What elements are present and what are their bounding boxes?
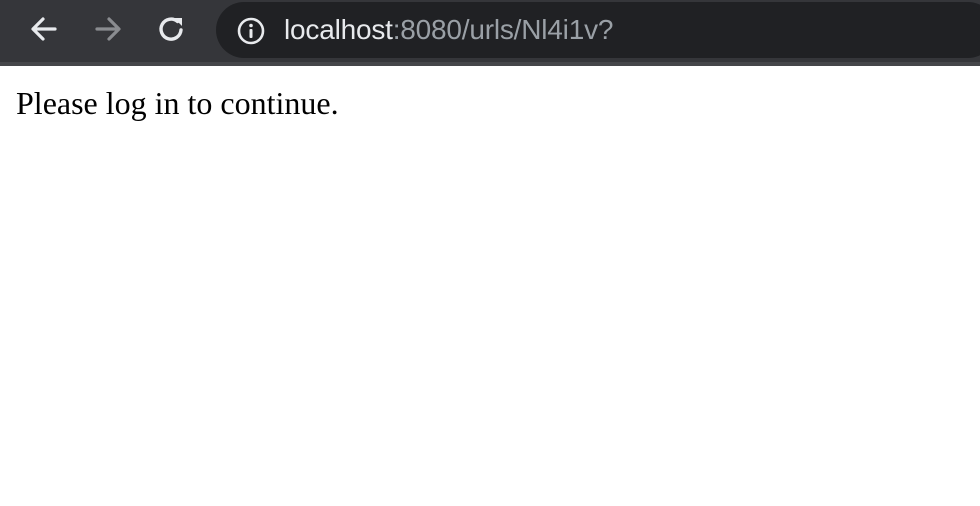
- arrow-left-icon: [31, 17, 57, 41]
- url-text: localhost:8080/urls/Nl4i1v?: [284, 13, 613, 47]
- back-button[interactable]: [24, 9, 64, 49]
- address-bar[interactable]: localhost:8080/urls/Nl4i1v?: [216, 2, 980, 58]
- url-path: :8080/urls/Nl4i1v?: [392, 14, 614, 45]
- arrow-right-icon: [95, 17, 121, 41]
- info-icon[interactable]: [236, 16, 266, 46]
- browser-toolbar: localhost:8080/urls/Nl4i1v?: [0, 0, 980, 66]
- url-host: localhost: [284, 14, 393, 45]
- reload-button[interactable]: [152, 9, 192, 49]
- forward-button[interactable]: [88, 9, 128, 49]
- login-message: Please log in to continue.: [16, 85, 339, 121]
- reload-icon: [159, 17, 183, 41]
